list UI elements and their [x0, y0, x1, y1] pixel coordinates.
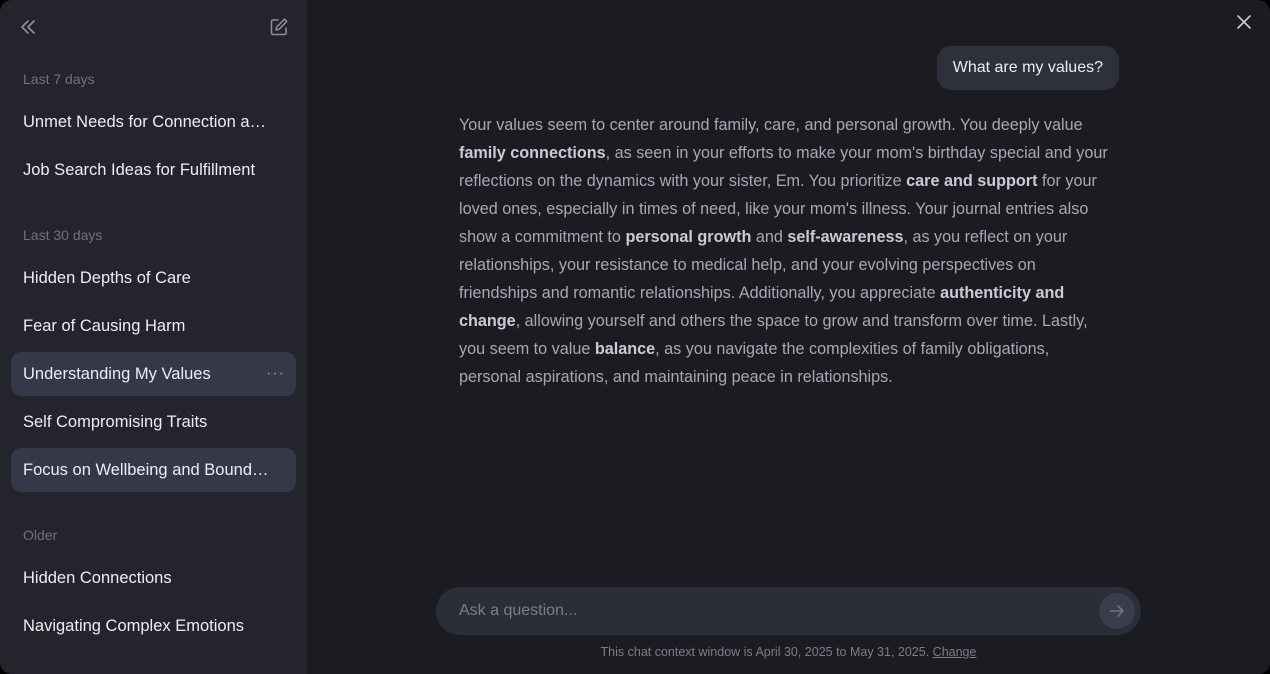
sidebar-item-hidden-depths[interactable]: Hidden Depths of Care	[11, 256, 296, 300]
question-input[interactable]	[459, 602, 1099, 620]
composer	[436, 587, 1141, 635]
assistant-message: Your values seem to center around family…	[459, 111, 1111, 391]
sidebar-item-label: Navigating Complex Emotions	[23, 616, 245, 635]
close-button[interactable]	[1234, 12, 1254, 32]
user-message-text: What are my values?	[952, 59, 1103, 76]
sidebar-item-understanding-values[interactable]: Understanding My Values ···	[11, 352, 296, 396]
sidebar-item-complex-emotions[interactable]: Navigating Complex Emotions	[11, 604, 296, 648]
app-window: Last 7 days Unmet Needs for Connection a…	[0, 0, 1270, 674]
section-label-last-7-days: Last 7 days	[23, 71, 95, 87]
chat-panel: What are my values? Your values seem to …	[307, 0, 1270, 674]
send-button[interactable]	[1099, 593, 1135, 629]
sidebar-item-label: Job Search Ideas for Fulfillment	[23, 160, 256, 179]
sidebar-item-fear-of-harm[interactable]: Fear of Causing Harm	[11, 304, 296, 348]
sidebar-item-unmet-needs[interactable]: Unmet Needs for Connection and Support	[11, 100, 296, 144]
assistant-bold-text: personal growth	[625, 228, 752, 246]
section-label-older: Older	[23, 527, 58, 543]
assistant-bold-text: family connections	[459, 144, 606, 162]
section-label-last-30-days: Last 30 days	[23, 227, 103, 243]
sidebar-item-job-search[interactable]: Job Search Ideas for Fulfillment	[11, 148, 296, 192]
sidebar-item-label: Fear of Causing Harm	[23, 316, 186, 335]
sidebar: Last 7 days Unmet Needs for Connection a…	[0, 0, 307, 674]
sidebar-item-label: Unmet Needs for Connection and Support	[23, 112, 273, 131]
sidebar-item-label: Hidden Depths of Care	[23, 268, 191, 287]
new-chat-button[interactable]	[267, 15, 291, 39]
collapse-sidebar-button[interactable]	[16, 15, 40, 39]
assistant-bold-text: balance	[594, 340, 656, 358]
assistant-bold-text: care and support	[906, 172, 1038, 190]
context-window-note: This chat context window is April 30, 20…	[307, 645, 1270, 659]
sidebar-item-label: Self Compromising Traits	[23, 412, 208, 431]
more-options-icon[interactable]: ···	[266, 365, 285, 383]
user-message-bubble: What are my values?	[936, 46, 1119, 90]
sidebar-item-label: Understanding My Values	[23, 364, 211, 383]
double-chevron-left-icon	[21, 20, 35, 34]
change-context-link[interactable]: Change	[933, 645, 977, 659]
sidebar-item-wellbeing-boundaries[interactable]: Focus on Wellbeing and Boundaries	[11, 448, 296, 492]
assistant-bold-text: self-awareness	[787, 228, 904, 246]
edit-icon	[270, 18, 288, 36]
assistant-text: Your values seem to center around family…	[459, 116, 1083, 134]
sidebar-item-label: Hidden Connections	[23, 568, 172, 587]
sidebar-item-hidden-connections[interactable]: Hidden Connections	[11, 556, 296, 600]
sidebar-item-self-compromising[interactable]: Self Compromising Traits	[11, 400, 296, 444]
context-window-text: This chat context window is April 30, 20…	[600, 645, 933, 659]
sidebar-item-label: Focus on Wellbeing and Boundaries	[23, 460, 273, 479]
close-icon	[1237, 15, 1251, 29]
arrow-right-icon	[1109, 605, 1124, 617]
assistant-text: and	[751, 228, 788, 246]
